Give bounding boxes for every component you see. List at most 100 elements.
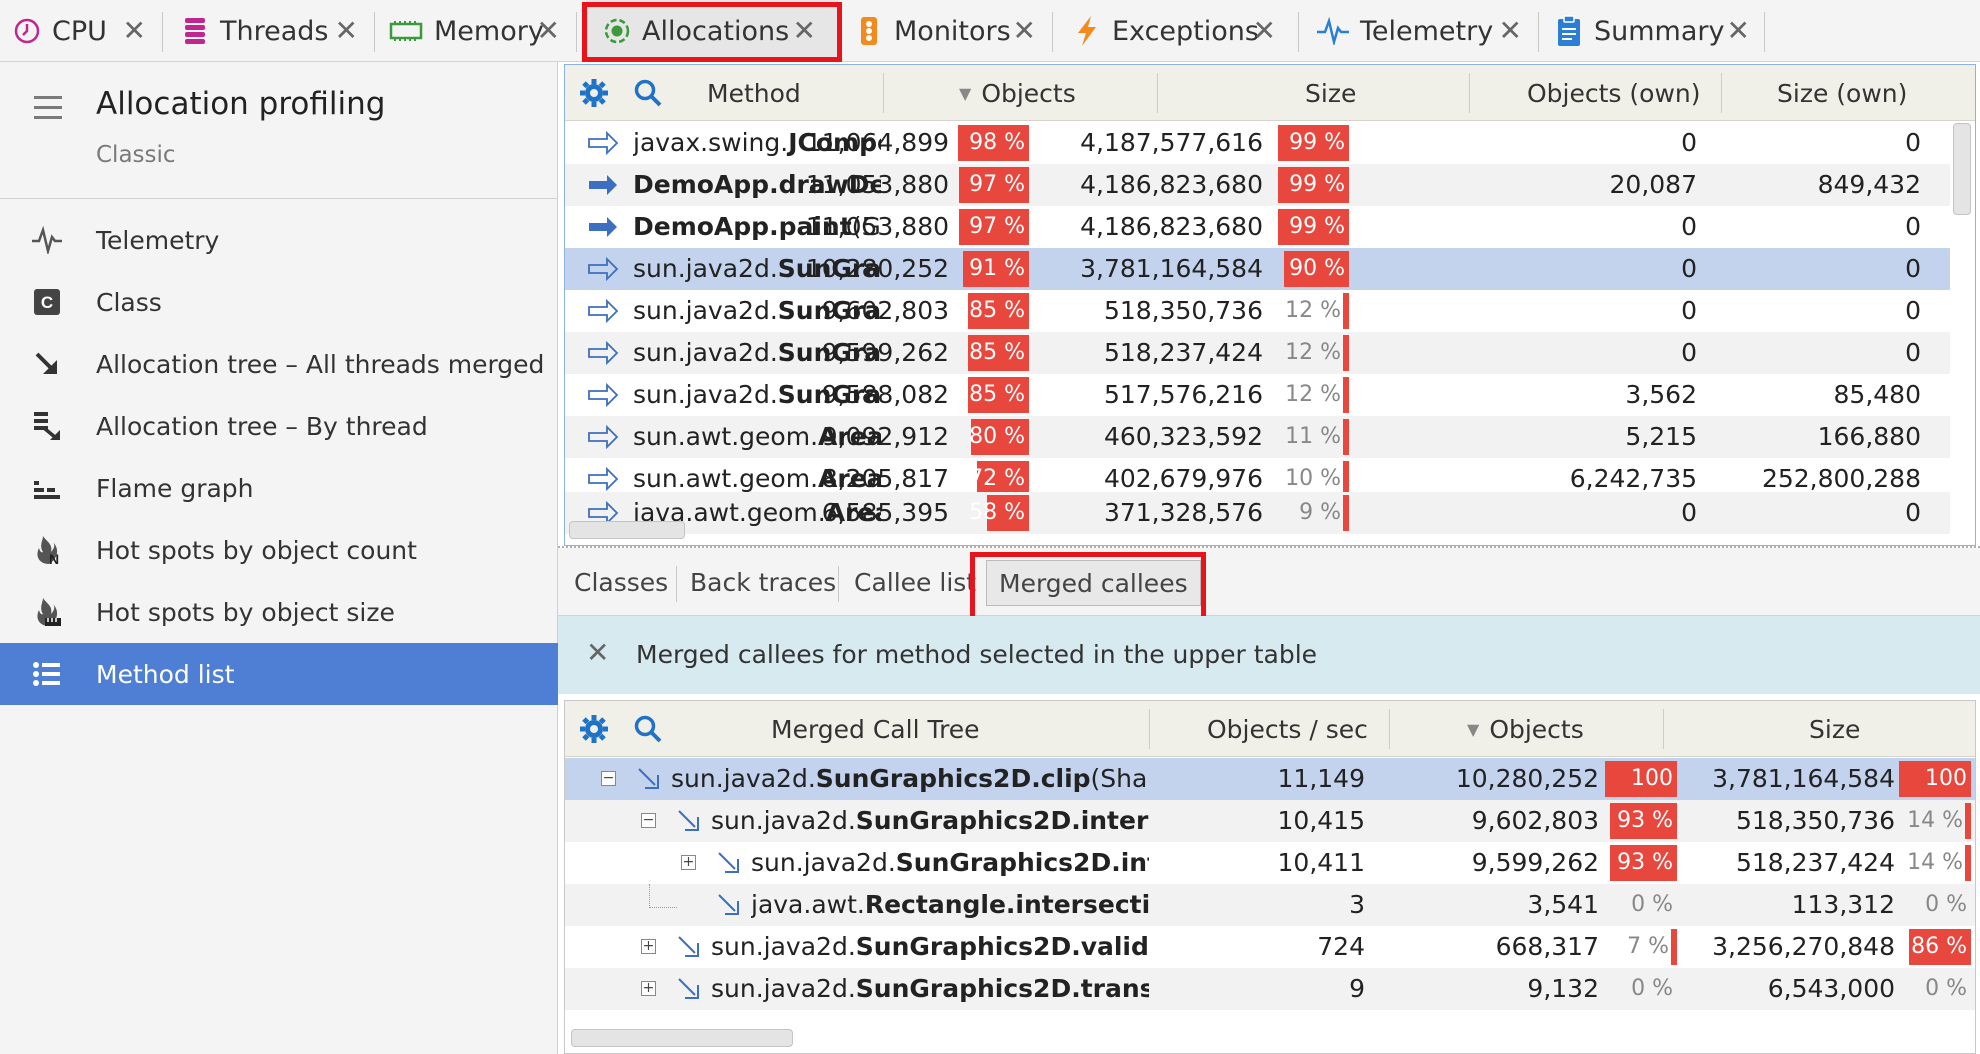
gear-icon[interactable] xyxy=(579,714,609,748)
method-signature: (Shape) xyxy=(1090,764,1149,793)
hamburger-menu-icon[interactable] xyxy=(34,96,62,126)
table-header: Method ▼ Objects Size Objects (own) Size… xyxy=(565,65,1975,121)
tab-memory[interactable]: Memory ✕ xyxy=(376,0,574,62)
tree-row[interactable]: + sun.java2d.SunGraphics2D.validate 724 668… xyxy=(565,926,1975,968)
size-percent-label: 0 % xyxy=(1925,892,1967,917)
table-row[interactable]: DemoApp.drawDem11,053,88097 %4,186,823,6… xyxy=(565,164,1950,206)
sidebar-item-hot-spots-count[interactable]: N Hot spots by object count xyxy=(0,519,558,581)
tab-classes[interactable]: Classes xyxy=(574,560,668,606)
tab-callee-list[interactable]: Callee list xyxy=(854,560,976,606)
gear-icon[interactable] xyxy=(579,78,609,112)
call-arrow-icon xyxy=(675,800,705,842)
objects-own-value: 20,087 xyxy=(1609,170,1697,199)
column-header-size[interactable]: Size xyxy=(1305,65,1356,121)
column-header-objects[interactable]: ▼ Objects xyxy=(1467,701,1584,757)
sidebar-item-method-list[interactable]: Method list xyxy=(0,643,558,705)
column-header-size[interactable]: Size xyxy=(1809,701,1860,757)
table-row[interactable]: java.awt.geom.Area6,585,39558 %371,328,5… xyxy=(565,492,1950,534)
search-icon[interactable] xyxy=(633,78,663,112)
vertical-scrollbar[interactable] xyxy=(1953,123,1971,215)
info-bar: ✕ Merged callees for method selected in … xyxy=(558,616,1980,694)
horizontal-scrollbar[interactable] xyxy=(569,521,685,539)
size-value: 3,781,164,584 xyxy=(1080,254,1263,283)
objects-own-value: 0 xyxy=(1681,498,1697,527)
expand-icon[interactable]: + xyxy=(681,855,696,870)
table-row[interactable]: DemoApp.paint(Grap11,053,88097 %4,186,82… xyxy=(565,206,1950,248)
size-percent-bar xyxy=(1965,803,1971,839)
tree-row[interactable]: + sun.java2d.SunGraphics2D.inter 10,411 9,5… xyxy=(565,842,1975,884)
close-icon[interactable]: ✕ xyxy=(123,14,146,47)
objects-value: 9,602,803 xyxy=(1471,806,1599,835)
size-percent-label: 12 % xyxy=(1285,382,1341,407)
expand-icon[interactable]: + xyxy=(641,939,656,954)
close-icon[interactable]: ✕ xyxy=(1013,14,1036,47)
tab-monitors[interactable]: Monitors ✕ xyxy=(844,0,1050,62)
objects-percent-label: 91 % xyxy=(969,256,1025,281)
table-row[interactable]: sun.java2d.SunGraph9,599,26285 %518,237,… xyxy=(565,332,1950,374)
collapse-icon[interactable]: − xyxy=(601,771,616,786)
size-percent-label: 99 % xyxy=(1289,214,1345,239)
tree-row[interactable]: − sun.java2d.SunGraphics2D.intersec 10,415… xyxy=(565,800,1975,842)
column-header-merged-call-tree[interactable]: Merged Call Tree xyxy=(771,701,980,757)
call-arrow-outline-icon xyxy=(587,248,621,290)
tab-back-traces[interactable]: Back traces xyxy=(690,560,836,606)
class-method-name: SunGraphics2D.transfor xyxy=(855,974,1149,1003)
search-icon[interactable] xyxy=(633,714,663,748)
tree-connector xyxy=(649,884,677,908)
size-own-value: 0 xyxy=(1905,338,1921,367)
column-header-size-own[interactable]: Size (own) xyxy=(1777,65,1907,121)
objects-value: 6,585,395 xyxy=(821,498,949,527)
table-row[interactable]: sun.java2d.SunGraph9,588,08285 %517,576,… xyxy=(565,374,1950,416)
close-icon[interactable]: ✕ xyxy=(537,14,560,47)
tree-row[interactable]: java.awt.Rectangle.intersection 3 3,541 0 %… xyxy=(565,884,1975,926)
class-icon: C xyxy=(30,285,64,319)
objects-percent-label: 93 % xyxy=(1617,808,1673,833)
tree-row[interactable]: + sun.java2d.SunGraphics2D.transfor 9 9,132… xyxy=(565,968,1975,1010)
info-message: Merged callees for method selected in th… xyxy=(636,640,1318,669)
tab-telemetry[interactable]: Telemetry ✕ xyxy=(1300,0,1536,62)
horizontal-scrollbar[interactable] xyxy=(571,1029,793,1047)
sidebar-item-allocation-tree-by-thread[interactable]: Allocation tree – By thread xyxy=(0,395,558,457)
collapse-icon[interactable]: − xyxy=(641,813,656,828)
class-method-name: Rectangle.intersection xyxy=(864,890,1149,919)
size-value: 3,781,164,584 xyxy=(1712,764,1895,793)
column-header-objects[interactable]: ▼ Objects xyxy=(959,65,1076,121)
tab-label: Threads xyxy=(220,15,329,47)
size-value: 4,186,823,680 xyxy=(1080,212,1263,241)
sidebar-item-allocation-tree-merged[interactable]: Allocation tree – All threads merged xyxy=(0,333,558,395)
table-row[interactable]: sun.java2d.SunGraph10,280,25291 %3,781,1… xyxy=(565,248,1950,290)
sidebar-item-flame-graph[interactable]: Flame graph xyxy=(0,457,558,519)
call-arrow-icon xyxy=(675,926,705,968)
tab-cpu[interactable]: CPU ✕ xyxy=(0,0,160,62)
objects-percent-label: 58 % xyxy=(969,500,1025,525)
tab-exceptions[interactable]: Exceptions ✕ xyxy=(1054,0,1290,62)
sidebar-item-telemetry[interactable]: Telemetry xyxy=(0,209,558,271)
objects-value: 11,064,899 xyxy=(805,128,949,157)
table-row[interactable]: javax.swing.JCompor11,064,89998 %4,187,5… xyxy=(565,122,1950,164)
svg-text:N: N xyxy=(49,551,59,566)
close-icon[interactable]: ✕ xyxy=(1727,14,1750,47)
tab-summary[interactable]: Summary ✕ xyxy=(1540,0,1764,62)
tab-threads[interactable]: Threads ✕ xyxy=(164,0,372,62)
call-arrow-icon xyxy=(675,968,705,1010)
close-icon[interactable]: ✕ xyxy=(335,14,358,47)
table-row[interactable]: sun.awt.geom.AreaC9,092,91280 %460,323,5… xyxy=(565,416,1950,458)
column-header-method[interactable]: Method xyxy=(707,65,801,121)
sidebar-item-hot-spots-size[interactable]: Hot spots by object size xyxy=(0,581,558,643)
sidebar-header: Allocation profiling Classic xyxy=(0,62,558,199)
sidebar-item-class[interactable]: C Class xyxy=(0,271,558,333)
objects-own-value: 0 xyxy=(1681,212,1697,241)
objects-own-value: 0 xyxy=(1681,296,1697,325)
tree-row[interactable]: −sun.java2d.SunGraphics2D.clip(Shape)11,… xyxy=(565,758,1975,833)
close-icon[interactable]: ✕ xyxy=(586,636,609,669)
sidebar-item-label: Hot spots by object size xyxy=(96,597,395,627)
table-row[interactable]: sun.java2d.SunGraph9,602,80385 %518,350,… xyxy=(565,290,1950,332)
arrow-down-right-icon xyxy=(30,347,64,381)
clock-icon xyxy=(12,16,42,46)
column-header-objects-own[interactable]: Objects (own) xyxy=(1527,65,1701,121)
close-icon[interactable]: ✕ xyxy=(1499,14,1522,47)
expand-icon[interactable]: + xyxy=(641,981,656,996)
close-icon[interactable]: ✕ xyxy=(1253,14,1276,47)
objects-per-sec-value: 11,149 xyxy=(1277,764,1365,793)
column-header-objects-per-sec[interactable]: Objects / sec xyxy=(1207,701,1368,757)
